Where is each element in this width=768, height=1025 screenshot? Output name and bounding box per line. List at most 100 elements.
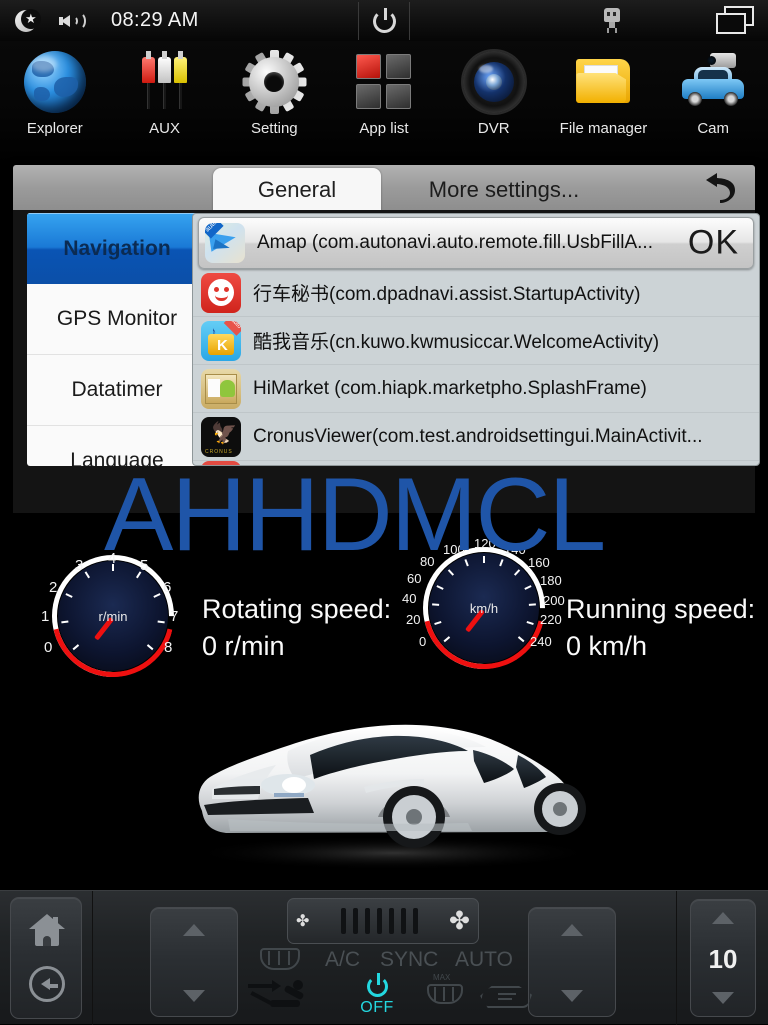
rca-plugs-icon [132, 49, 198, 115]
sidebar-item-language[interactable]: Language [27, 426, 207, 466]
app-list-row-partial[interactable] [193, 461, 759, 465]
tab-general[interactable]: General [213, 168, 381, 211]
tab-more-settings[interactable]: More settings... [389, 170, 619, 210]
app-list-row[interactable]: 🦅 CRONUS CronusViewer(com.test.androidset… [193, 413, 759, 461]
speedo-tick: 80 [420, 554, 435, 569]
app-item-setting[interactable]: Setting [219, 49, 329, 137]
temp-left-up-arrow[interactable] [183, 924, 205, 936]
temp-left-down-arrow[interactable] [183, 990, 205, 1002]
gear-icon [241, 49, 307, 115]
app-label: AUX [149, 120, 180, 137]
app-list-row[interactable]: HiMarket (com.hiapk.marketpho.SplashFram… [193, 365, 759, 413]
sidebar-item-gps-monitor[interactable]: GPS Monitor [27, 284, 207, 355]
volume-up-arrow[interactable] [712, 912, 734, 924]
car-camera-icon [680, 49, 746, 115]
usb-icon [602, 8, 623, 34]
fan-level-bars[interactable] [340, 908, 418, 934]
speedo-tick: 60 [407, 571, 422, 586]
tacho-tick: 4 [108, 550, 117, 567]
recents-icon[interactable] [716, 6, 758, 36]
speedo-readout: Running speed: 0 km/h [566, 591, 755, 665]
app-list-row-label: CronusViewer(com.test.androidsettingui.M… [253, 425, 703, 447]
tacho-tick: 1 [41, 608, 50, 625]
fan-icon-large[interactable]: ✤ [449, 906, 470, 936]
max-defrost-icon[interactable]: MAX [425, 973, 465, 1008]
volume-icon[interactable] [59, 8, 91, 34]
cronus-viewer-icon: 🦅 CRONUS [201, 416, 241, 457]
volume-stepper[interactable]: 10 [690, 899, 756, 1017]
app-label: Explorer [26, 120, 83, 137]
speedometer-gauge: km/h 0 20 40 60 80 100 120 140 160 180 2… [397, 521, 571, 695]
settings-window: General More settings... Navigation GPS … [13, 165, 760, 513]
speedo-tick: 240 [530, 634, 552, 649]
app-item-aux[interactable]: AUX [110, 49, 220, 137]
white-sedan-photo [168, 693, 608, 870]
nav-buttons-panel [10, 897, 82, 1019]
back-arrow-icon[interactable] [691, 168, 747, 208]
app-list-row-label: 酷我音乐(cn.kuwo.kwmusiccar.WelcomeActivity) [253, 332, 660, 353]
tacho-tick: 3 [75, 557, 84, 574]
app-label: Cam [697, 120, 729, 137]
app-list-row[interactable]: ♪ Kauto 酷我音乐(cn.kuwo.kwmusiccar.WelcomeAc… [193, 317, 759, 365]
temp-right-stepper[interactable] [528, 907, 616, 1017]
speedo-tick: 20 [406, 612, 421, 627]
moon-star-icon[interactable]: ★ [13, 8, 41, 34]
app-list-row[interactable]: 行车秘书(com.dpadnavi.assist.StartupActivity… [193, 269, 759, 317]
ac-label[interactable]: A/C [325, 948, 360, 972]
temp-right-down-arrow[interactable] [561, 990, 583, 1002]
speedo-tick: 100 [443, 542, 465, 557]
fan-icon-small[interactable]: ✤ [296, 911, 309, 931]
settings-tabbar: General More settings... [13, 165, 755, 211]
amap-icon: auto [205, 223, 245, 263]
power-icon[interactable] [358, 2, 410, 40]
fan-speed-bar[interactable]: ✤ ✤ [287, 898, 479, 944]
status-bar: ★ 08:29 AM [0, 0, 768, 41]
tacho-readout-value: 0 r/min [202, 631, 285, 661]
app-list-row-selected[interactable]: auto Amap (com.autonavi.auto.remote.fill… [198, 217, 754, 269]
app-item-file-manager[interactable]: File manager [549, 49, 659, 137]
airflow-direction-icon[interactable] [248, 978, 314, 1018]
app-list-row-label: HiMarket (com.hiapk.marketpho.SplashFram… [253, 377, 647, 399]
kuwo-music-icon: ♪ Kauto [201, 320, 241, 361]
camera-lens-icon [461, 49, 527, 115]
air-recirculate-icon[interactable] [480, 982, 534, 1014]
sidebar-item-navigation[interactable]: Navigation [27, 213, 207, 284]
app-item-cam[interactable]: Cam [658, 49, 768, 137]
app-list-row-label: 行车秘书(com.dpadnavi.assist.StartupActivity… [253, 284, 641, 305]
xingche-mishu-icon [201, 272, 241, 313]
speedo-tick: 0 [419, 634, 427, 649]
temp-left-stepper[interactable] [150, 907, 238, 1017]
speedo-readout-label: Running speed: [566, 594, 756, 624]
volume-value: 10 [708, 944, 738, 974]
ok-button[interactable]: OK [688, 224, 739, 263]
power-state-label: OFF [360, 999, 394, 1016]
speedo-tick: 200 [543, 593, 565, 608]
tacho-unit-label: r/min [98, 609, 128, 624]
back-circle-icon[interactable] [29, 966, 65, 1002]
grid-squares-icon [351, 49, 417, 115]
speedo-readout-value: 0 km/h [566, 631, 648, 661]
tacho-tick: 5 [140, 557, 149, 574]
home-icon[interactable] [29, 914, 65, 946]
app-label: File manager [559, 120, 648, 137]
folder-icon [570, 49, 636, 115]
sidebar-item-datatimer[interactable]: Datatimer [27, 355, 207, 426]
rear-defrost-icon[interactable] [258, 946, 302, 974]
speedo-tick: 40 [402, 591, 417, 606]
tacho-tick: 2 [49, 579, 58, 596]
volume-down-arrow[interactable] [712, 992, 734, 1004]
tachometer-gauge: r/min 0 1 2 3 4 5 6 7 8 [26, 529, 200, 703]
tacho-tick: 8 [164, 639, 173, 656]
sync-label[interactable]: SYNC [380, 948, 438, 972]
temp-right-up-arrow[interactable] [561, 924, 583, 936]
app-dock: Explorer AUX Setting App list DVR File m… [0, 41, 768, 165]
tacho-tick: 6 [163, 579, 172, 596]
max-label: MAX [433, 973, 451, 982]
app-item-dvr[interactable]: DVR [439, 49, 549, 137]
auto-label[interactable]: AUTO [455, 948, 513, 972]
app-item-app-list[interactable]: App list [329, 49, 439, 137]
app-item-explorer[interactable]: Explorer [0, 49, 110, 137]
climate-power-button[interactable]: OFF [355, 973, 399, 1022]
app-list-panel: auto Amap (com.autonavi.auto.remote.fill… [192, 213, 760, 466]
speedo-tick: 140 [504, 542, 526, 557]
